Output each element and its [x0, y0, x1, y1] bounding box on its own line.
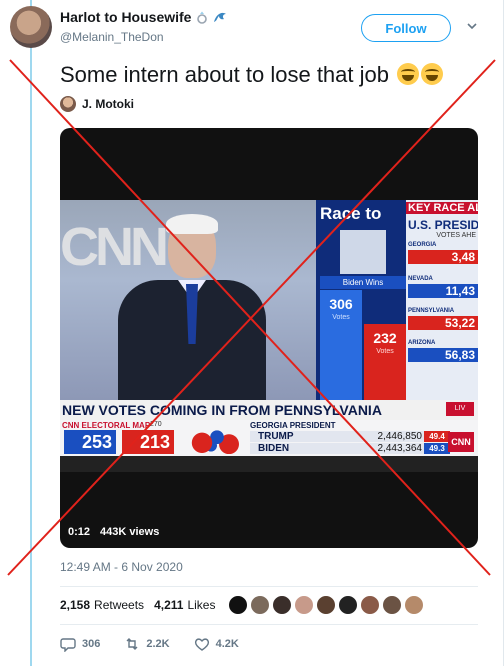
ga-pct: 49.4: [424, 431, 450, 442]
key-race-subtitle: U.S. PRESID: [408, 218, 478, 232]
state-name: GEORGIA: [408, 242, 437, 248]
action-bar: 306 2.2K 4.2K: [60, 636, 263, 652]
ga-title: GEORGIA PRESIDENT: [250, 421, 336, 430]
state-value: 3,48: [408, 250, 478, 264]
attribution-avatar: [60, 96, 76, 112]
ticker-title: CNN ELECTORAL MAP: [62, 421, 151, 430]
tweet-text: Some intern about to lose that job: [60, 62, 444, 88]
state-value: 53,22: [408, 316, 478, 330]
likes-count[interactable]: 4,211: [154, 598, 183, 612]
liker-avatar[interactable]: [272, 595, 292, 615]
studio-shot: CNN: [60, 200, 316, 400]
state-name: ARIZONA: [408, 340, 436, 346]
author-name-row[interactable]: Harlot to Housewife: [60, 9, 229, 25]
state-value: 11,43: [408, 284, 478, 298]
tears-of-joy-emoji: [421, 63, 444, 85]
key-race-ahead: VOTES AHE: [436, 232, 476, 239]
cnn-bug: CNN: [448, 432, 474, 452]
heart-icon: [194, 638, 209, 651]
video-player[interactable]: CNN Race to Biden Wins 306 Votes 232 Vot…: [60, 128, 478, 548]
lower-third: NEW VOTES COMING IN FROM PENNSYLVANIA LI…: [60, 400, 478, 420]
ga-row: TRUMP 2,446,850 49.4: [250, 431, 450, 442]
retweet-count: 2.2K: [146, 638, 170, 650]
ga-candidate: BIDEN: [258, 443, 290, 454]
liker-avatar[interactable]: [294, 595, 314, 615]
video-meta: 0:12 443K views: [68, 526, 159, 538]
ga-row: BIDEN 2,443,364 49.3: [250, 443, 450, 454]
like-button[interactable]: 4.2K: [194, 636, 239, 652]
liker-avatar[interactable]: [404, 595, 424, 615]
key-race-title: KEY RACE AL: [406, 202, 478, 214]
state-name: NEVADA: [408, 276, 433, 282]
tears-of-joy-emoji: [397, 63, 420, 85]
video-time: 0:12: [68, 526, 91, 538]
author-display-name[interactable]: Harlot to Housewife: [60, 9, 191, 25]
ga-pct: 49.3: [424, 443, 450, 454]
tweet-body: Some intern about to lose that job: [60, 62, 389, 87]
liker-avatar[interactable]: [382, 595, 402, 615]
ev-biden: 253: [64, 430, 116, 454]
tv-screen: CNN Race to Biden Wins 306 Votes 232 Vot…: [60, 200, 478, 472]
liker-avatar[interactable]: [338, 595, 358, 615]
video-views: 443K views: [100, 526, 160, 538]
ga-votes: 2,443,364: [377, 443, 423, 454]
reply-button[interactable]: 306: [60, 636, 100, 652]
key-race-panel: KEY RACE AL U.S. PRESID VOTES AHE GEORGI…: [406, 200, 478, 400]
state-name: PENNSYLVANIA: [408, 308, 455, 314]
liker-avatar[interactable]: [228, 595, 248, 615]
follow-button[interactable]: Follow: [361, 14, 451, 42]
race-title: Race to: [320, 204, 382, 223]
anchor-hair: [166, 214, 218, 234]
retweets-label[interactable]: Retweets: [94, 598, 144, 612]
engagement-stats: 2,158 Retweets 4,211 Likes: [60, 598, 215, 612]
liker-avatar[interactable]: [250, 595, 270, 615]
biden-votes: 306: [329, 296, 353, 312]
chevron-down-icon[interactable]: [466, 20, 478, 32]
biden-votes-label: Votes: [332, 314, 350, 321]
retweet-button[interactable]: 2.2K: [124, 636, 170, 652]
election-ticker: CNN ELECTORAL MAP 270 253 213 GEORGIA PR…: [60, 420, 478, 456]
liker-avatar[interactable]: [360, 595, 380, 615]
live-tag: LIV: [446, 402, 474, 416]
video-attribution[interactable]: J. Motoki: [60, 96, 134, 112]
likes-label[interactable]: Likes: [187, 598, 215, 612]
divider: [60, 624, 478, 625]
author-handle[interactable]: @Melanin_TheDon: [60, 30, 164, 44]
retweets-count[interactable]: 2,158: [60, 598, 90, 612]
tweet-timestamp[interactable]: 12:49 AM - 6 Nov 2020: [60, 560, 183, 574]
author-avatar[interactable]: [10, 6, 52, 48]
trump-votes: 232: [373, 330, 397, 346]
liker-avatar[interactable]: [316, 595, 336, 615]
retweet-icon: [126, 638, 138, 650]
biden-photo: [340, 230, 386, 274]
ring-icon: [197, 11, 208, 24]
chyron-headline: NEW VOTES COMING IN FROM PENNSYLVANIA: [62, 402, 382, 418]
biden-wins-label: Biden Wins: [320, 276, 406, 289]
divider: [60, 586, 478, 587]
liker-avatars: [228, 595, 424, 615]
ev-needed: 270: [150, 421, 162, 428]
thread-rule: [30, 0, 32, 666]
mini-map: [184, 426, 244, 454]
ga-votes: 2,446,850: [377, 431, 423, 442]
attribution-name[interactable]: J. Motoki: [82, 97, 134, 111]
state-value: 56,83: [408, 348, 478, 362]
ga-candidate: TRUMP: [258, 431, 294, 442]
ev-trump: 213: [122, 430, 174, 454]
like-count: 4.2K: [215, 638, 239, 650]
cnn-wall-logo: CNN: [60, 217, 169, 277]
trump-votes-label: Votes: [376, 348, 394, 355]
race-panel: Race to Biden Wins 306 Votes 232 Votes K…: [316, 200, 478, 400]
reply-count: 306: [82, 638, 101, 650]
wave-icon: [214, 12, 227, 22]
reply-icon: [60, 638, 76, 652]
